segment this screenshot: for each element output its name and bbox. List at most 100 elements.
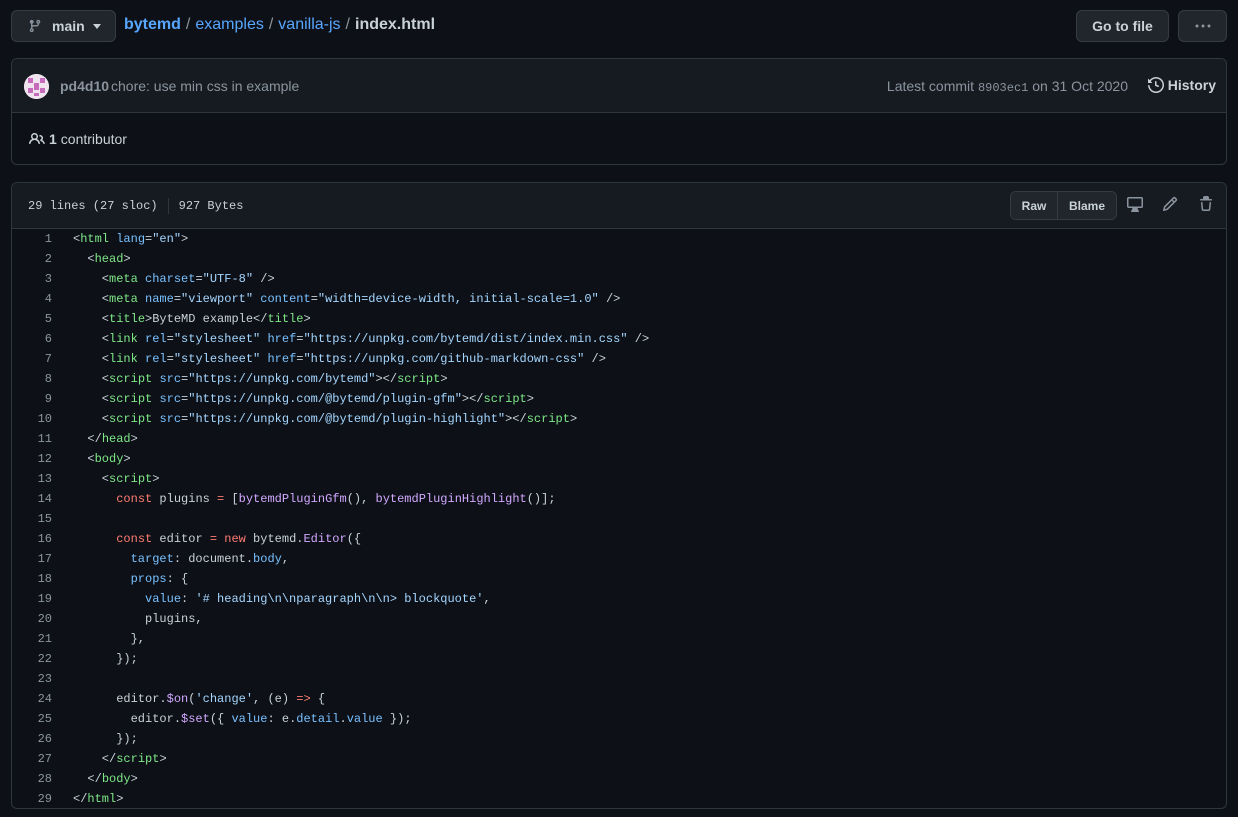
contributor-label: contributor <box>60 131 127 147</box>
commit-author[interactable]: pd4d10 <box>60 78 109 94</box>
code-token: (), <box>346 492 376 506</box>
line-number[interactable]: 21 <box>12 629 52 649</box>
code-token: = <box>209 532 218 546</box>
avatar[interactable] <box>24 74 49 99</box>
code-token: src <box>159 412 182 426</box>
code-token: name <box>145 292 174 306</box>
branch-name: main <box>52 18 85 34</box>
code-token: "stylesheet" <box>173 352 261 366</box>
breadcrumb-vanilla-js-link[interactable]: vanilla-js <box>278 16 340 34</box>
desktop-icon[interactable] <box>1127 196 1143 212</box>
line-content: const editor = new bytemd.Editor({ <box>52 529 361 549</box>
line-number[interactable]: 16 <box>12 529 52 549</box>
line-number[interactable]: 4 <box>12 289 52 309</box>
history-button[interactable]: History <box>1147 77 1216 93</box>
code-token: "UTF-8" <box>202 272 254 286</box>
line-number[interactable]: 26 <box>12 729 52 749</box>
trash-icon[interactable] <box>1198 196 1214 212</box>
code-token: ({ <box>346 532 362 546</box>
code-token: rel <box>145 332 167 346</box>
line-number[interactable]: 19 <box>12 589 52 609</box>
file-size: 927 Bytes <box>178 199 244 213</box>
line-number[interactable]: 10 <box>12 409 52 429</box>
line-number[interactable]: 2 <box>12 249 52 269</box>
line-number[interactable]: 20 <box>12 609 52 629</box>
line-number[interactable]: 23 <box>12 669 52 689</box>
file-navigation: main bytemd / examples / vanilla-js / in… <box>11 10 1227 42</box>
code-token: : { <box>166 572 189 586</box>
breadcrumb-examples-link[interactable]: examples <box>195 16 263 34</box>
line-number[interactable]: 22 <box>12 649 52 669</box>
code-token: "en" <box>152 232 182 246</box>
line-content: <meta name="viewport" content="width=dev… <box>52 289 621 309</box>
code-token: </ <box>73 772 102 786</box>
code-line: 11 </head> <box>12 429 1226 449</box>
line-number[interactable]: 3 <box>12 269 52 289</box>
line-number[interactable]: 28 <box>12 769 52 789</box>
code-token: > <box>116 792 124 806</box>
code-token: script <box>109 472 153 486</box>
code-line: 9 <script src="https://unpkg.com/@bytemd… <box>12 389 1226 409</box>
code-token: . <box>339 712 347 726</box>
line-number[interactable]: 7 <box>12 349 52 369</box>
code-token: value <box>346 712 383 726</box>
raw-button[interactable]: Raw <box>1011 192 1058 219</box>
code-line: 28 </body> <box>12 769 1226 789</box>
line-number[interactable]: 9 <box>12 389 52 409</box>
code-token: script <box>116 752 160 766</box>
commit-sha[interactable]: 8903ec1 <box>978 81 1028 95</box>
line-number[interactable]: 27 <box>12 749 52 769</box>
pencil-icon[interactable] <box>1162 196 1178 212</box>
code-token: new <box>224 532 246 546</box>
line-number[interactable]: 13 <box>12 469 52 489</box>
go-to-file-button[interactable]: Go to file <box>1076 10 1169 42</box>
code-token: > <box>159 752 167 766</box>
file-info: 29 lines (27 sloc) 927 Bytes <box>28 198 243 214</box>
line-number[interactable]: 14 <box>12 489 52 509</box>
code-line: 14 const plugins = [bytemdPluginGfm(), b… <box>12 489 1226 509</box>
line-number[interactable]: 11 <box>12 429 52 449</box>
code-line: 24 editor.$on('change', (e) => { <box>12 689 1226 709</box>
line-content: }); <box>52 649 138 669</box>
line-content: }, <box>52 629 145 649</box>
code-line: 19 value: '# heading\n\nparagraph\n\n> b… <box>12 589 1226 609</box>
line-number[interactable]: 25 <box>12 709 52 729</box>
code-line: 23 <box>12 669 1226 689</box>
code-token: /> <box>598 292 621 306</box>
line-number[interactable]: 12 <box>12 449 52 469</box>
line-number[interactable]: 18 <box>12 569 52 589</box>
line-number[interactable]: 15 <box>12 509 52 529</box>
branch-select-button[interactable]: main <box>11 10 116 42</box>
code-token: , <box>483 592 491 606</box>
code-token: ></ <box>375 372 398 386</box>
line-number[interactable]: 8 <box>12 369 52 389</box>
line-number[interactable]: 5 <box>12 309 52 329</box>
commit-message[interactable]: chore: use min css in example <box>111 78 299 94</box>
code-token: script <box>109 392 153 406</box>
line-number[interactable]: 24 <box>12 689 52 709</box>
code-token: href <box>267 332 297 346</box>
line-number[interactable]: 6 <box>12 329 52 349</box>
code-token: target <box>130 552 174 566</box>
line-number[interactable]: 29 <box>12 789 52 808</box>
code-token: > <box>123 452 131 466</box>
line-number[interactable]: 1 <box>12 229 52 249</box>
code-line: 3 <meta charset="UTF-8" /> <box>12 269 1226 289</box>
contributors-row[interactable]: 1 contributor <box>12 113 1226 165</box>
more-options-button[interactable] <box>1178 10 1227 42</box>
blame-button[interactable]: Blame <box>1058 192 1116 219</box>
code-view: 1 <html lang="en"> 2 <head> 3 <meta charset… <box>12 229 1226 808</box>
breadcrumb-repo-link[interactable]: bytemd <box>124 16 181 34</box>
code-token: bytemd. <box>245 532 304 546</box>
code-token: < <box>73 292 110 306</box>
line-content: <script src="https://unpkg.com/@bytemd/p… <box>52 389 534 409</box>
code-token: src <box>159 392 182 406</box>
line-number[interactable]: 17 <box>12 549 52 569</box>
commit-meta: Latest commit 8903ec1 on 31 Oct 2020 <box>887 78 1128 95</box>
code-token: ></ <box>461 392 484 406</box>
code-token: href <box>267 352 297 366</box>
code-line: 7 <link rel="stylesheet" href="https://u… <box>12 349 1226 369</box>
